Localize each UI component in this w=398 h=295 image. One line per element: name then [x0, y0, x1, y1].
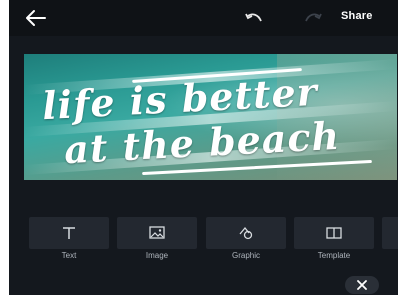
tool-tile: [29, 217, 109, 249]
tool-graphic[interactable]: Graphic: [206, 217, 286, 267]
top-bar: Share: [9, 0, 398, 36]
tool-label: Template: [317, 251, 351, 260]
tool-template[interactable]: Template: [294, 217, 374, 267]
tool-tile: [117, 217, 197, 249]
close-icon: [357, 280, 367, 290]
design-canvas[interactable]: life is better at the beach: [24, 54, 397, 180]
back-arrow-icon[interactable]: [25, 9, 47, 27]
tool-label: Graphic: [231, 251, 260, 260]
tool-label: Text: [61, 251, 77, 260]
graphic-icon: [239, 226, 253, 240]
tool-more[interactable]: [382, 217, 398, 267]
tool-text[interactable]: Text: [29, 217, 109, 267]
tool-tile: [382, 217, 398, 249]
share-button[interactable]: Share: [341, 10, 373, 22]
tool-label: Image: [145, 251, 169, 260]
quote-text[interactable]: life is better at the beach: [24, 54, 397, 180]
tool-bar: Text Image Graphic Template: [9, 217, 398, 267]
image-icon: [149, 226, 165, 239]
undo-icon[interactable]: [245, 12, 263, 24]
tool-tile: [206, 217, 286, 249]
editor-screen: Share life is better at the beach Text I…: [9, 0, 398, 295]
redo-icon[interactable]: [304, 12, 322, 24]
template-icon: [326, 227, 342, 239]
text-icon: [63, 227, 75, 239]
tool-tile: [294, 217, 374, 249]
close-button[interactable]: [345, 276, 379, 294]
tool-image[interactable]: Image: [117, 217, 197, 267]
